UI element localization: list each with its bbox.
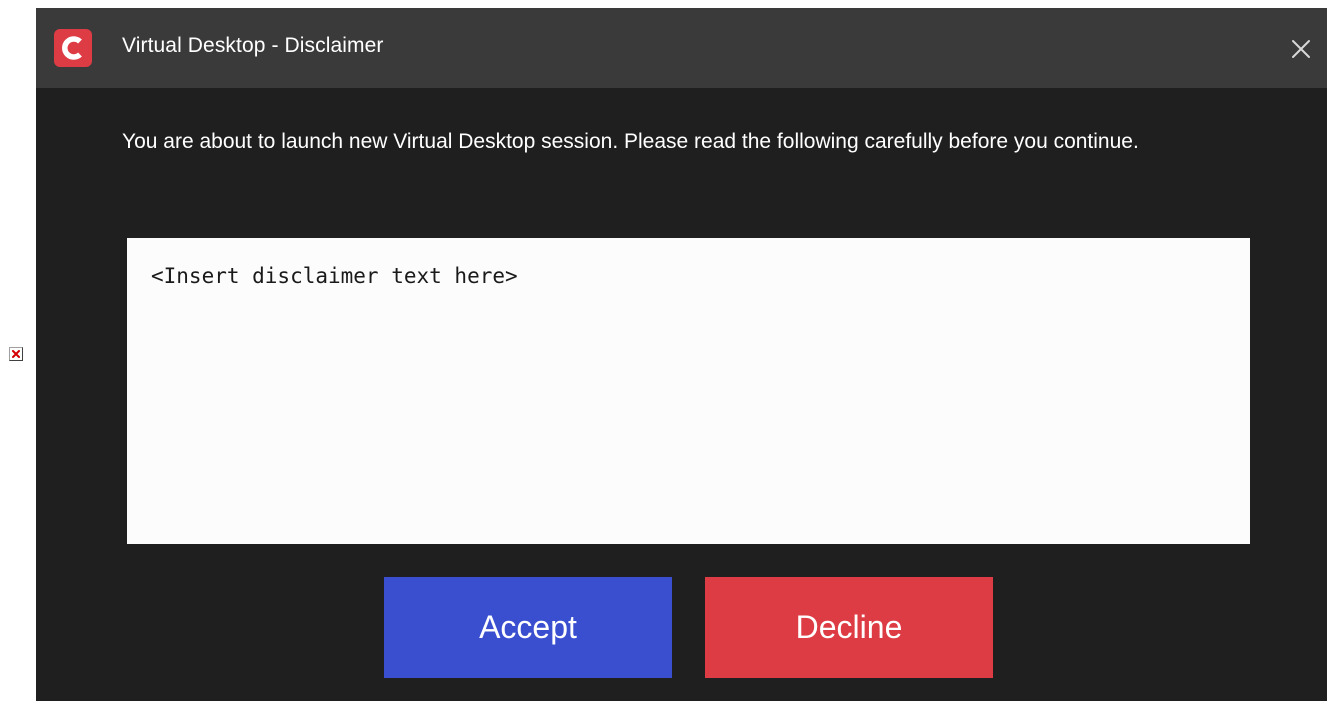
intro-text: You are about to launch new Virtual Desk… bbox=[122, 130, 1139, 153]
close-button[interactable] bbox=[1284, 32, 1318, 66]
decline-button[interactable]: Decline bbox=[705, 577, 993, 678]
disclaimer-textbox[interactable]: <Insert disclaimer text here> bbox=[127, 238, 1250, 544]
disclaimer-dialog: Virtual Desktop - Disclaimer You are abo… bbox=[36, 8, 1327, 701]
accept-button[interactable]: Accept bbox=[384, 577, 672, 678]
window-title: Virtual Desktop - Disclaimer bbox=[122, 34, 384, 57]
title-bar: Virtual Desktop - Disclaimer bbox=[36, 8, 1327, 88]
close-icon bbox=[1292, 40, 1310, 58]
disclaimer-text: <Insert disclaimer text here> bbox=[151, 264, 518, 288]
comodo-c-logo-icon bbox=[54, 29, 92, 67]
broken-image-icon bbox=[9, 347, 23, 361]
